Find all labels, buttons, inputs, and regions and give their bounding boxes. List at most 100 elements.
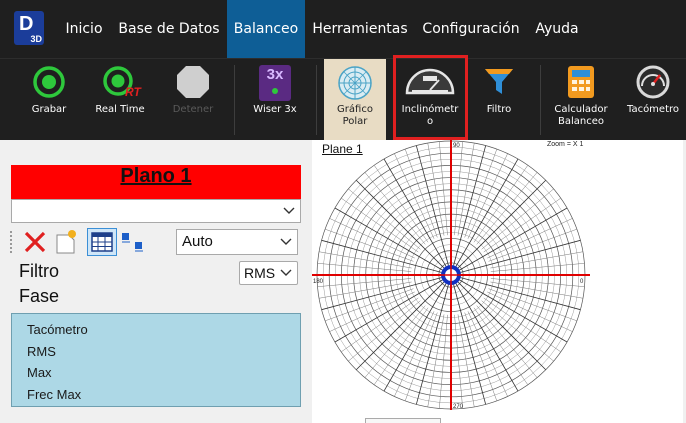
realtime-label: Real Time [95, 104, 145, 115]
grafico-polar-label-2: Polar [342, 116, 368, 127]
new-document-icon[interactable] [53, 228, 79, 254]
grid-spoke [481, 188, 554, 250]
calculator-icon [568, 66, 594, 98]
ribbon-separator [316, 65, 317, 135]
grabar-button[interactable]: Grabar [20, 59, 78, 141]
plano-title: Plano 1 [11, 165, 301, 199]
grid-spoke [476, 305, 538, 378]
wiser-label: Wiser 3x [253, 104, 297, 115]
calculador-label-2: Balanceo [557, 116, 604, 127]
grip-handle [10, 231, 12, 253]
grid-spoke [318, 251, 412, 269]
grid-spoke [476, 172, 538, 245]
grid-spoke [373, 165, 429, 243]
list-item[interactable]: Max [12, 362, 300, 384]
chevron-down-icon [280, 269, 292, 276]
grid-spoke [348, 188, 421, 250]
grid-spoke [427, 142, 445, 236]
inclinometro-highlight-frame [393, 55, 468, 140]
grid-spoke [467, 153, 508, 239]
wiser-badge: 3x [266, 66, 284, 83]
list-item[interactable]: Tacómetro [12, 319, 300, 341]
tacometro-button[interactable]: Tacómetro [622, 59, 684, 141]
plot-title: Plane 1 [322, 142, 363, 156]
tachometer-icon [636, 65, 670, 99]
chevron-down-icon [283, 207, 295, 214]
polar-plot-area[interactable]: 90 180 0 270 Plane 1 Zoom = X 1 [312, 140, 686, 423]
ribbon-separator [540, 65, 541, 135]
menu-inicio[interactable]: Inicio [57, 0, 111, 58]
grid-spoke [329, 218, 415, 259]
funnel-icon [485, 69, 513, 94]
grid-spoke [321, 239, 442, 273]
grafico-polar-label: Gráfico Polar [324, 104, 386, 128]
delete-icon[interactable] [23, 230, 47, 254]
tacometro-label: Tacómetro [626, 104, 680, 115]
menu-herramientas[interactable]: Herramientas [311, 0, 409, 58]
text-format-icon[interactable] [121, 230, 147, 254]
plano-combo[interactable] [11, 199, 301, 223]
grid-spoke [481, 300, 554, 362]
grid-spoke [415, 145, 449, 266]
detener-button[interactable]: Detener [162, 59, 224, 141]
grid-spoke [473, 165, 529, 243]
bottom-tab[interactable] [365, 418, 441, 423]
menu-ayuda[interactable]: Ayuda [531, 0, 583, 58]
calculador-label-1: Calculador [554, 104, 608, 115]
app-logo[interactable]: D 3D [14, 11, 44, 45]
grid-spoke [364, 305, 426, 378]
grid-view-button[interactable] [87, 228, 117, 256]
ribbon-toolbar: Grabar RT Real Time Detener 3x Wiser 3x [0, 58, 686, 141]
filter-type-value: RMS [244, 265, 276, 281]
grid-spoke [427, 314, 445, 408]
list-item[interactable]: Frec Max [12, 384, 300, 406]
calculador-balanceo-button[interactable]: Calculador Balanceo [548, 59, 614, 141]
calculador-label: Calculador Balanceo [548, 104, 614, 128]
grid-spoke [457, 142, 475, 236]
angle-label-0: 0 [580, 279, 584, 285]
polar-chart-icon [338, 66, 372, 100]
chevron-down-icon [280, 238, 292, 245]
grid-spoke [348, 300, 421, 362]
app-logo-sub: 3D [30, 34, 42, 44]
grid-spoke [318, 281, 412, 299]
angle-label-90: 90 [453, 143, 460, 149]
grid-spoke [483, 297, 561, 353]
grid-spoke [329, 291, 415, 332]
list-item[interactable]: RMS [12, 341, 300, 363]
scale-select[interactable]: Auto [176, 229, 298, 255]
grid-spoke [460, 277, 581, 311]
grafico-polar-button[interactable]: Gráfico Polar [324, 59, 386, 141]
detener-label: Detener [172, 104, 214, 115]
menu-bar: D 3D Inicio Base de Datos Balanceo Herra… [0, 0, 686, 58]
wiser-button[interactable]: 3x Wiser 3x [245, 59, 305, 141]
grid-spoke [483, 197, 561, 253]
grid-spoke [460, 239, 581, 273]
grid-spoke [394, 153, 435, 239]
filtro-button[interactable]: Filtro [472, 59, 526, 141]
grid-spoke [490, 281, 584, 299]
grid-spoke [394, 311, 435, 397]
stop-icon [177, 66, 209, 98]
menu-base-de-datos[interactable]: Base de Datos [118, 0, 220, 58]
angle-label-180: 180 [313, 279, 324, 285]
scale-select-value: Auto [182, 233, 213, 250]
wiser-icon: 3x [259, 65, 291, 101]
table-icon [91, 232, 113, 252]
filtro-field-label: Filtro [19, 261, 59, 281]
menu-balanceo[interactable]: Balanceo [227, 0, 305, 58]
realtime-badge: RT [125, 85, 141, 99]
zoom-label: Zoom = X 1 [547, 141, 584, 148]
filtro-label: Filtro [486, 104, 512, 115]
menu-configuracion[interactable]: Configuración [416, 0, 526, 58]
polar-grid: 90 180 0 270 [312, 140, 590, 410]
grafico-polar-label-1: Gráfico [337, 104, 373, 115]
left-panel: Plano 1 Auto Filtro Fase RMS Tacómetro R… [0, 140, 312, 423]
grid-spoke [341, 197, 419, 253]
grid-spoke [415, 284, 449, 405]
grid-spoke [453, 284, 487, 405]
grid-spoke [467, 311, 508, 397]
filter-type-select[interactable]: RMS [239, 261, 298, 285]
realtime-button[interactable]: RT Real Time [88, 59, 152, 141]
angle-label-270: 270 [453, 404, 464, 410]
